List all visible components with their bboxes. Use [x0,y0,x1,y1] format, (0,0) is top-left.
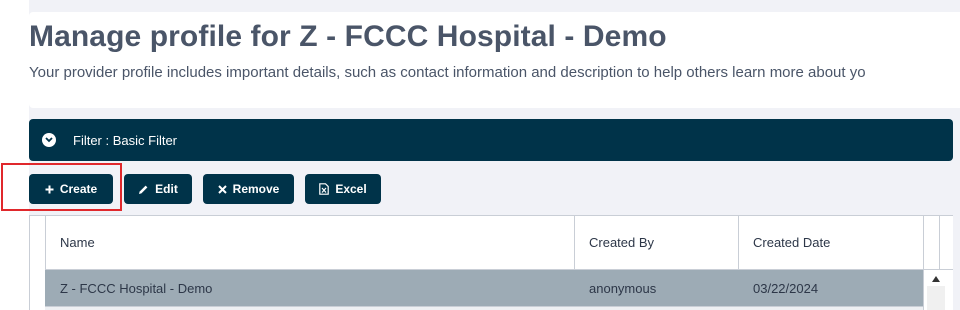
table-header: Name Created By Created Date [45,216,923,270]
pencil-icon [138,184,149,195]
table-row[interactable]: Z - FCCC Hospital - Demo anonymous 03/22… [45,270,923,307]
scrollbar-header [924,216,953,270]
excel-button[interactable]: Excel [305,174,381,204]
x-icon [217,184,227,194]
scrollbar[interactable] [923,216,953,310]
edit-button[interactable]: Edit [124,174,192,204]
edit-label: Edit [155,182,178,196]
scroll-up-arrow-icon[interactable] [932,276,940,282]
remove-label: Remove [232,182,280,196]
cell-name: Z - FCCC Hospital - Demo [60,280,213,296]
filter-bar[interactable]: Filter : Basic Filter [29,119,953,161]
row-selector-column [30,216,46,310]
scrollbar-track[interactable] [927,286,945,310]
profile-table: Name Created By Created Date Z - FCCC Ho… [29,215,953,310]
page-title: Manage profile for Z - FCCC Hospital - D… [29,20,667,53]
chevron-down-circle-icon[interactable] [42,133,56,147]
filter-label: Filter : Basic Filter [73,133,178,148]
column-header-created-by[interactable]: Created By [574,216,738,269]
cell-created-by: anonymous [589,280,657,296]
page-description: Your provider profile includes important… [29,64,866,81]
create-button-highlight [1,163,122,211]
page-canvas: Manage profile for Z - FCCC Hospital - D… [0,0,960,310]
column-header-name[interactable]: Name [45,216,574,269]
column-header-created-date[interactable]: Created Date [738,216,923,269]
remove-button[interactable]: Remove [203,174,294,204]
excel-label: Excel [335,182,367,196]
excel-file-icon [319,183,330,195]
cell-created-date: 03/22/2024 [753,280,819,296]
